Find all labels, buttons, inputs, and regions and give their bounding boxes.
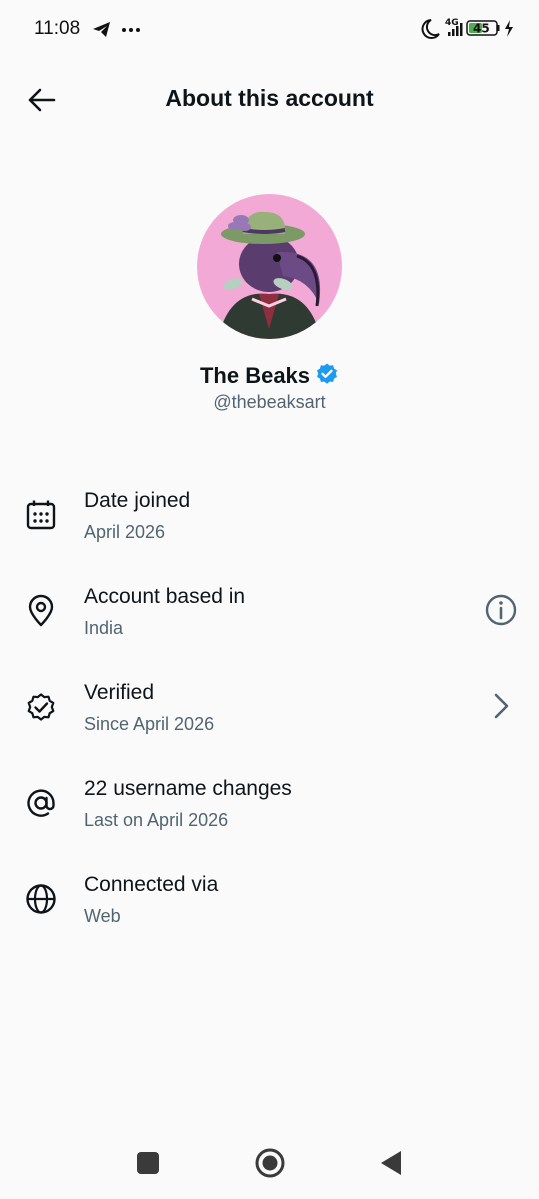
telegram-icon xyxy=(93,22,110,37)
account-info-list: Date joined April 2026 Account based in … xyxy=(0,472,539,952)
status-bar: 11:08 4G 45 xyxy=(0,0,539,60)
profile-handle: @thebeaksart xyxy=(213,392,326,412)
system-nav-bar xyxy=(0,1127,539,1199)
verified-check-icon xyxy=(27,693,55,721)
header: About this account xyxy=(0,72,539,128)
list-item-verified[interactable]: Verified Since April 2026 xyxy=(0,664,539,760)
item-subtitle: April 2026 xyxy=(84,522,166,542)
moon-icon xyxy=(421,19,440,39)
location-pin-icon xyxy=(28,594,54,627)
status-time: 11:08 xyxy=(34,18,81,39)
item-subtitle: Last on April 2026 xyxy=(84,810,229,830)
item-subtitle: India xyxy=(84,618,124,638)
item-title: Account based in xyxy=(84,585,246,608)
back-triangle-icon[interactable] xyxy=(371,1143,411,1183)
list-item-connected-via: Connected via Web xyxy=(0,856,539,952)
more-dots-icon xyxy=(122,28,140,32)
list-item-date-joined: Date joined April 2026 xyxy=(0,472,539,568)
item-title: Date joined xyxy=(84,489,191,512)
item-title: Connected via xyxy=(84,873,219,896)
page-title: About this account xyxy=(165,85,374,111)
profile-name-row: The Beaks xyxy=(0,362,539,392)
item-title: Verified xyxy=(84,681,155,704)
item-subtitle: Web xyxy=(84,906,121,926)
profile-name: The Beaks xyxy=(199,363,311,388)
list-item-username-changes: 22 username changes Last on April 2026 xyxy=(0,760,539,856)
verified-badge-icon xyxy=(315,362,339,392)
battery-level: 45 xyxy=(473,22,490,36)
avatar[interactable] xyxy=(197,194,342,339)
globe-icon xyxy=(26,884,56,914)
home-circle-icon[interactable] xyxy=(250,1143,290,1183)
item-title: 22 username changes xyxy=(84,777,292,800)
at-sign-icon xyxy=(27,789,55,817)
battery-icon: 45 xyxy=(466,20,500,36)
calendar-icon xyxy=(26,500,56,530)
item-subtitle: Since April 2026 xyxy=(84,714,215,734)
list-item-account-based-in: Account based in India xyxy=(0,568,539,664)
chevron-right-icon xyxy=(494,693,509,719)
charging-icon xyxy=(505,20,513,37)
avatar-illustration xyxy=(197,194,342,339)
status-notification-icons xyxy=(93,22,140,37)
recents-square-icon[interactable] xyxy=(128,1143,168,1183)
status-system-icons: 4G 45 xyxy=(421,18,513,39)
info-icon[interactable] xyxy=(483,592,519,628)
